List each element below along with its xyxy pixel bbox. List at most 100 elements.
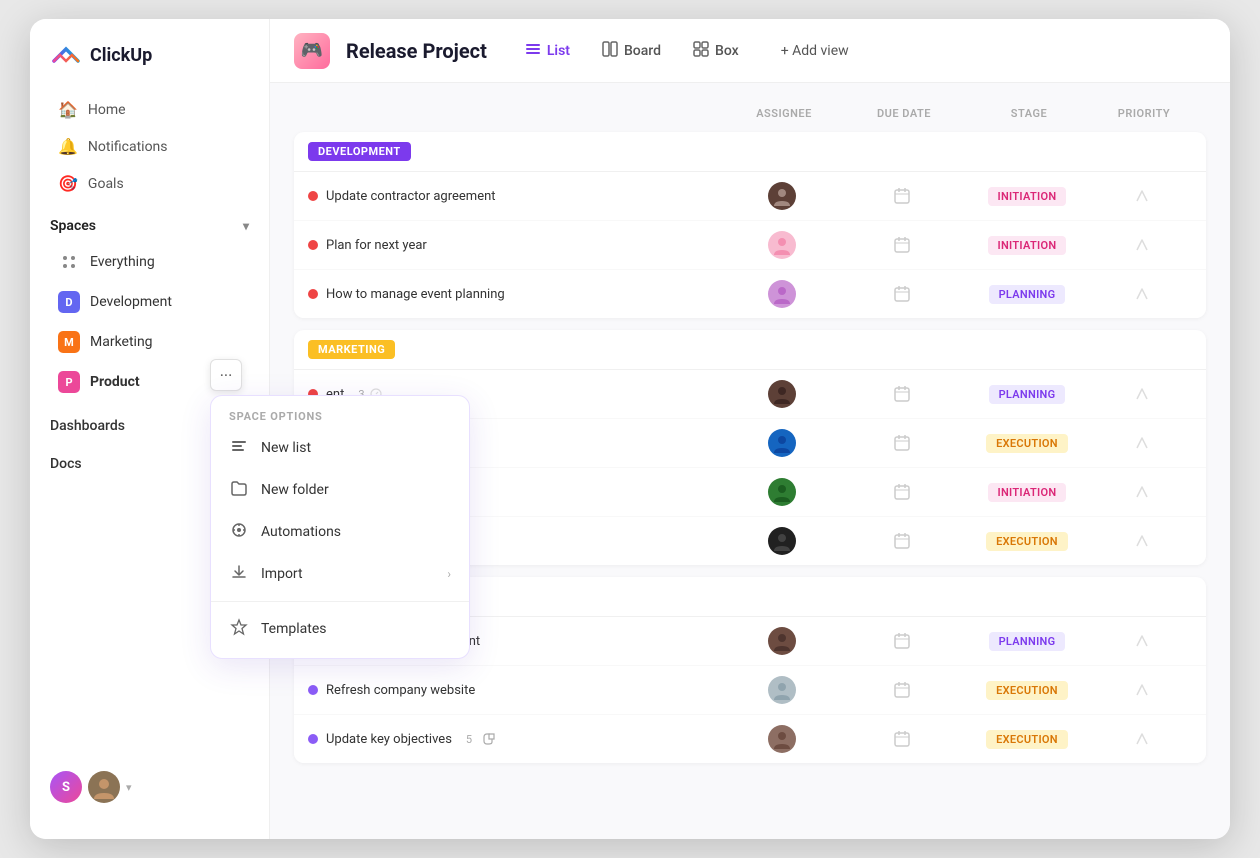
due-date-column-header: DUE DATE bbox=[844, 107, 964, 120]
stage-badge: PLANNING bbox=[989, 385, 1066, 404]
marketing-avatar: M bbox=[58, 331, 80, 353]
priority-cell bbox=[1092, 533, 1192, 549]
table-row[interactable]: How to manage event planning PLANNING bbox=[294, 270, 1206, 318]
project-icon: 🎮 bbox=[294, 33, 330, 69]
stage-badge: EXECUTION bbox=[986, 532, 1068, 551]
table-row[interactable]: Refresh company website EXECUTION bbox=[294, 666, 1206, 715]
section-development-heading: DEVELOPMENT bbox=[294, 132, 1206, 172]
due-date-cell bbox=[842, 434, 962, 452]
popup-item-automations[interactable]: Automations bbox=[211, 511, 469, 553]
stage-badge: PLANNING bbox=[989, 632, 1066, 651]
tab-board[interactable]: Board bbox=[588, 35, 675, 67]
product-avatar: P bbox=[58, 371, 80, 393]
table-row[interactable]: Update contractor agreement INITIATION bbox=[294, 172, 1206, 221]
popup-templates-label: Templates bbox=[261, 621, 327, 637]
assignee-cell bbox=[722, 380, 842, 408]
box-tab-icon bbox=[693, 41, 709, 61]
list-tab-icon bbox=[525, 41, 541, 61]
popup-item-templates[interactable]: Templates bbox=[211, 608, 469, 650]
automations-icon bbox=[229, 521, 249, 543]
popup-new-folder-label: New folder bbox=[261, 482, 329, 498]
task-name: Plan for next year bbox=[308, 238, 722, 253]
stage-cell: EXECUTION bbox=[962, 681, 1092, 700]
table-header: ASSIGNEE DUE DATE STAGE PRIORITY bbox=[294, 99, 1206, 128]
stage-cell: EXECUTION bbox=[962, 532, 1092, 551]
priority-cell bbox=[1092, 386, 1192, 402]
user-menu-arrow: ▾ bbox=[126, 781, 132, 794]
priority-cell bbox=[1092, 237, 1192, 253]
assignee-cell bbox=[722, 478, 842, 506]
popup-item-new-list[interactable]: New list bbox=[211, 427, 469, 469]
sidebar-item-goals-label: Goals bbox=[88, 176, 124, 192]
tab-board-label: Board bbox=[624, 43, 661, 59]
everything-icon bbox=[58, 251, 80, 273]
development-avatar: D bbox=[58, 291, 80, 313]
due-date-cell bbox=[842, 681, 962, 699]
task-name: Refresh company website bbox=[308, 683, 722, 698]
templates-icon bbox=[229, 618, 249, 640]
task-name: How to manage event planning bbox=[308, 287, 722, 302]
stage-badge: EXECUTION bbox=[986, 730, 1068, 749]
assignee-cell bbox=[722, 527, 842, 555]
sidebar-item-home[interactable]: 🏠 Home bbox=[38, 92, 261, 127]
user-avatar-photo bbox=[88, 771, 120, 803]
spaces-header: Spaces ▾ bbox=[30, 202, 269, 242]
spaces-toggle-icon[interactable]: ▾ bbox=[243, 219, 249, 233]
popup-automations-label: Automations bbox=[261, 524, 341, 540]
task-name: Update contractor agreement bbox=[308, 189, 722, 204]
assignee-cell bbox=[722, 182, 842, 210]
dots-button[interactable]: ··· bbox=[210, 359, 242, 391]
tab-box[interactable]: Box bbox=[679, 35, 753, 67]
import-icon bbox=[229, 563, 249, 585]
due-date-cell bbox=[842, 632, 962, 650]
tab-list[interactable]: List bbox=[511, 35, 584, 67]
priority-cell bbox=[1092, 484, 1192, 500]
space-options-popup: ··· SPACE OPTIONS New list bbox=[210, 359, 470, 659]
stage-cell: PLANNING bbox=[962, 632, 1092, 651]
tab-box-label: Box bbox=[715, 43, 739, 59]
stage-cell: EXECUTION bbox=[962, 730, 1092, 749]
sidebar-item-notifications[interactable]: 🔔 Notifications bbox=[38, 129, 261, 164]
add-view-label: + Add view bbox=[781, 43, 849, 59]
sidebar-item-marketing[interactable]: M Marketing bbox=[38, 323, 261, 361]
assignee-cell bbox=[722, 280, 842, 308]
user-avatar-gradient: S bbox=[50, 771, 82, 803]
due-date-cell bbox=[842, 285, 962, 303]
task-name: Update key objectives 5 bbox=[308, 732, 722, 747]
sidebar-item-goals[interactable]: 🎯 Goals bbox=[38, 166, 261, 201]
stage-badge: INITIATION bbox=[988, 483, 1067, 502]
priority-column-header: PRIORITY bbox=[1094, 107, 1194, 120]
sidebar-item-everything[interactable]: Everything bbox=[38, 243, 261, 281]
assignee-cell bbox=[722, 725, 842, 753]
sidebar-item-notifications-label: Notifications bbox=[88, 139, 168, 155]
sidebar-item-product-label: Product bbox=[90, 374, 140, 390]
sidebar: ClickUp 🏠 Home 🔔 Notifications 🎯 Goals S… bbox=[30, 19, 270, 839]
avatar bbox=[768, 280, 796, 308]
due-date-cell bbox=[842, 385, 962, 403]
user-menu[interactable]: S ▾ bbox=[50, 771, 132, 803]
due-date-cell bbox=[842, 187, 962, 205]
assignee-cell bbox=[722, 676, 842, 704]
due-date-cell bbox=[842, 483, 962, 501]
popup-item-new-folder[interactable]: New folder bbox=[211, 469, 469, 511]
section-development-badge: DEVELOPMENT bbox=[308, 142, 411, 161]
stage-cell: EXECUTION bbox=[962, 434, 1092, 453]
table-row[interactable]: Update key objectives 5 EXECUTION bbox=[294, 715, 1206, 763]
popup-item-import[interactable]: Import › bbox=[211, 553, 469, 595]
section-marketing-badge: MARKETING bbox=[308, 340, 395, 359]
sidebar-item-development[interactable]: D Development bbox=[38, 283, 261, 321]
sidebar-item-everything-label: Everything bbox=[90, 254, 155, 270]
assignee-cell bbox=[722, 231, 842, 259]
avatar bbox=[768, 725, 796, 753]
section-development: DEVELOPMENT Update contractor agreement bbox=[294, 132, 1206, 318]
avatar bbox=[768, 231, 796, 259]
avatar bbox=[768, 429, 796, 457]
task-dot bbox=[308, 734, 318, 744]
table-row[interactable]: Plan for next year INITIATION bbox=[294, 221, 1206, 270]
bell-icon: 🔔 bbox=[58, 137, 78, 156]
add-view-button[interactable]: + Add view bbox=[769, 37, 861, 65]
sidebar-item-development-label: Development bbox=[90, 294, 172, 310]
assignee-cell bbox=[722, 627, 842, 655]
due-date-cell bbox=[842, 730, 962, 748]
assignee-cell bbox=[722, 429, 842, 457]
